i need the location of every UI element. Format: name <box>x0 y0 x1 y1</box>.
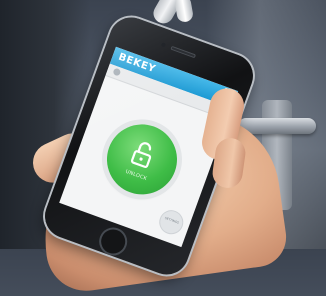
user-icon[interactable] <box>112 67 122 77</box>
settings-button[interactable]: SETTINGS <box>155 206 187 238</box>
settings-label: SETTINGS <box>164 215 180 225</box>
photo-scene: BEKEY UNLOCK SETTINGS <box>0 0 326 296</box>
unlocked-padlock-icon <box>130 142 152 168</box>
charging-cable-end <box>173 0 195 24</box>
unlock-button[interactable]: UNLOCK <box>97 114 187 205</box>
earpiece-speaker <box>170 45 197 59</box>
front-camera <box>160 42 167 48</box>
